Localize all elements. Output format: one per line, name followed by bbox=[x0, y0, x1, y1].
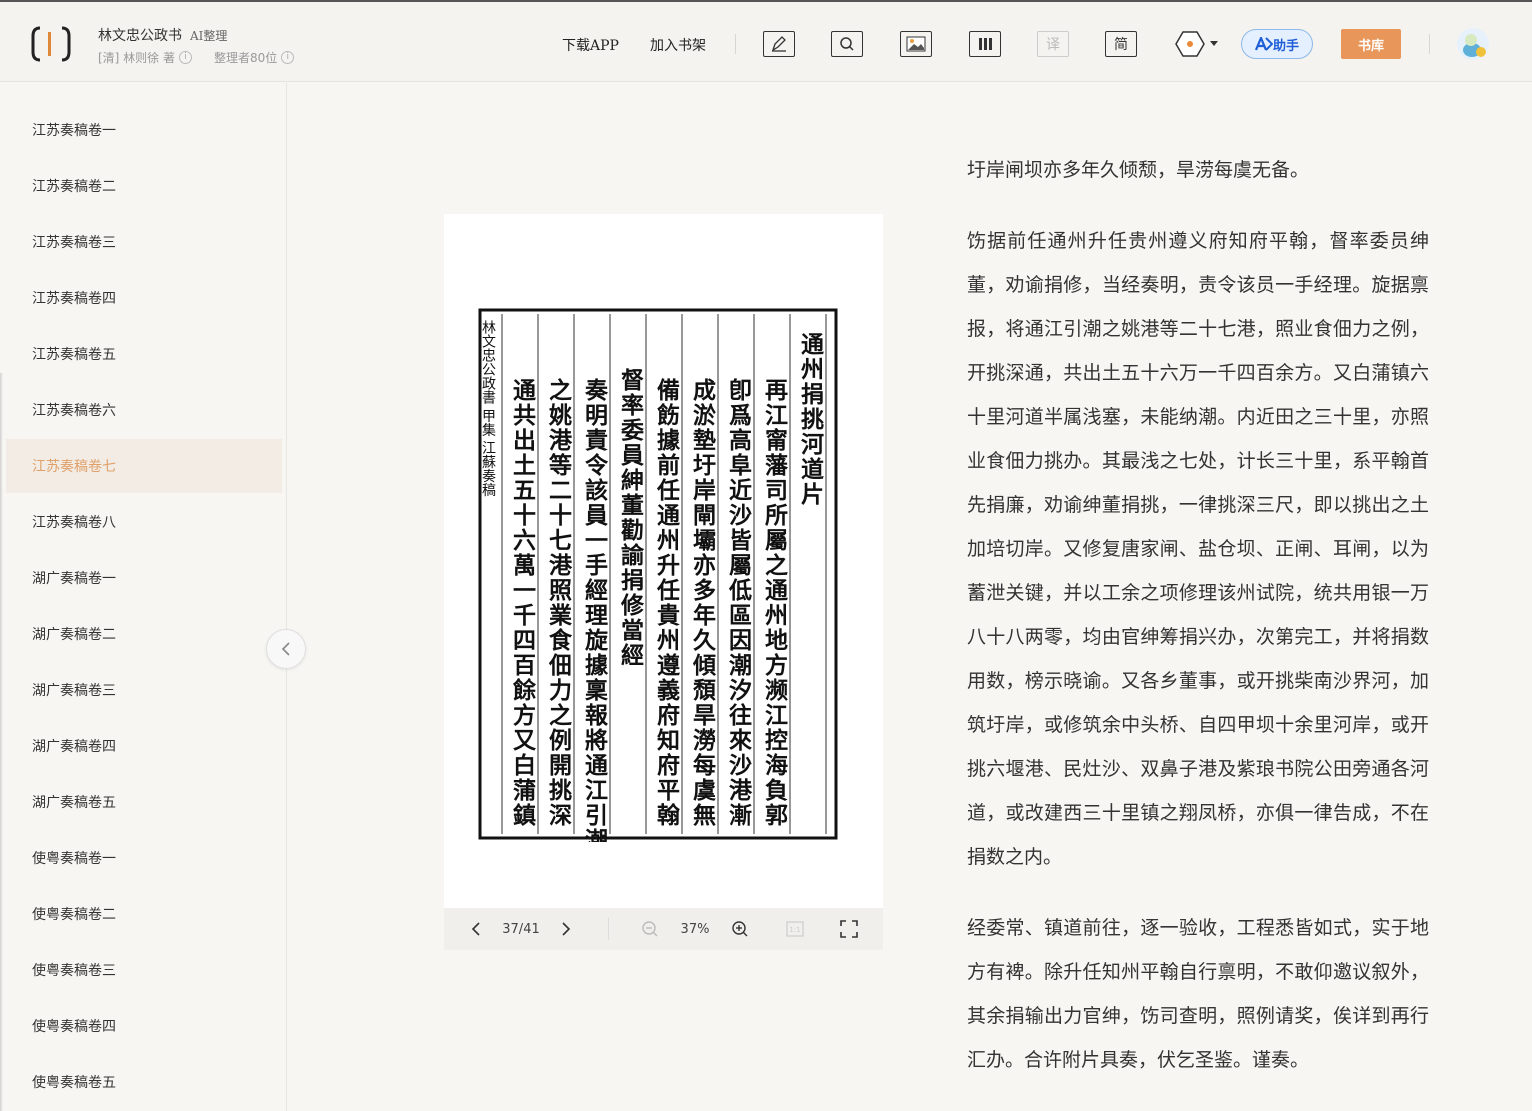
actual-size-button[interactable]: 1:1 bbox=[784, 908, 806, 950]
toc-item[interactable]: 使粤奏稿卷二 bbox=[6, 887, 282, 941]
book-title: 林文忠公政书 AI整理 bbox=[98, 25, 227, 45]
scan-column-text: 成淤墊圩岸閘壩亦多年久傾頹旱澇每虞無 bbox=[689, 378, 718, 828]
toc-item[interactable]: 湖广奏稿卷三 bbox=[6, 663, 282, 717]
ai-assistant-label: 助手 bbox=[1272, 38, 1299, 54]
scanned-page: 通州捐挑河道片再江甯藩司所屬之通州地方濒江控海負郭卽爲高阜近沙皆屬低區因潮汐往來… bbox=[478, 308, 838, 842]
zoom-out-button[interactable] bbox=[639, 908, 661, 950]
toc-item[interactable]: 湖广奏稿卷五 bbox=[6, 775, 282, 829]
text-paragraph: 饬据前任通州升任贵州遵义府知府平翰，督率委员绅董，劝谕捐修，当经奏明，责令该员一… bbox=[967, 230, 1429, 868]
download-app-link[interactable]: 下载APP bbox=[562, 35, 619, 55]
library-button[interactable]: 书库 bbox=[1341, 29, 1401, 59]
scan-column-text: 備飭據前任通州升任貴州遵義府知府平翰 bbox=[653, 377, 682, 828]
top-header: 林文忠公政书 AI整理 [清] 林则徐 著 i 整理者80位 i 下载APP 加入… bbox=[0, 0, 1532, 82]
scan-column-text: 卽爲高阜近沙皆屬低區因潮汐往來沙港漸 bbox=[725, 378, 754, 828]
scan-margin-title: 林文忠公政書 甲集 江蘇奏稿 bbox=[480, 320, 496, 497]
zoom-in-button[interactable] bbox=[729, 908, 751, 950]
next-page-button[interactable] bbox=[556, 908, 576, 950]
theme-dropdown[interactable] bbox=[1175, 29, 1223, 59]
author-text: [清] 林则徐 著 bbox=[98, 51, 175, 65]
toc-item[interactable]: 江苏奏稿卷一 bbox=[6, 103, 282, 157]
book-meta: [清] 林则徐 著 i 整理者80位 i bbox=[98, 49, 295, 66]
image-button[interactable] bbox=[900, 31, 932, 57]
prev-page-button[interactable] bbox=[466, 908, 486, 950]
toc-item[interactable]: 江苏奏稿卷三 bbox=[6, 215, 282, 269]
scan-column-text: 之姚港等二十七港照業食佃力之例開挑深 bbox=[545, 377, 574, 828]
caret-down-icon bbox=[1210, 41, 1218, 46]
header-divider-right bbox=[1429, 34, 1430, 54]
transcribed-text-panel: 圩岸闸坝亦多年久倾颓，旱涝每虞无备。 饬据前任通州升任贵州遵义府知府平翰，督率委… bbox=[967, 148, 1429, 1109]
toc-item[interactable]: 使粤奏稿卷四 bbox=[6, 999, 282, 1053]
organizer-info-icon[interactable]: i bbox=[281, 51, 295, 64]
organizer-text: 整理者80位 bbox=[214, 51, 278, 65]
search-icon bbox=[840, 37, 854, 51]
zoom-in-icon bbox=[732, 921, 748, 937]
text-paragraph: 经委常、镇道前往，逐一验收，工程悉皆如式，实于地方有裨。除升任知州平翰自行禀明，… bbox=[967, 917, 1429, 1071]
fullscreen-button[interactable] bbox=[838, 908, 860, 950]
chevron-right-icon bbox=[562, 922, 571, 936]
search-button[interactable] bbox=[831, 31, 863, 57]
scan-column-text: 奏明責令該員一手經理旋據稟報將通江引潮 bbox=[581, 378, 610, 842]
page-indicator: 37/41 bbox=[502, 921, 540, 937]
toc-item[interactable]: 湖广奏稿卷二 bbox=[6, 607, 282, 661]
columns-button[interactable] bbox=[969, 31, 1001, 57]
chevron-left-icon bbox=[471, 922, 480, 936]
sidebar-edge-shadow bbox=[0, 373, 3, 1111]
fullscreen-icon bbox=[840, 920, 858, 938]
user-avatar[interactable] bbox=[1457, 28, 1489, 60]
author-info-icon[interactable]: i bbox=[179, 51, 192, 64]
toc-item[interactable]: 湖广奏稿卷一 bbox=[6, 551, 282, 605]
scan-column-text: 通共出土五十六萬一千四百餘方又白蒲鎮 bbox=[509, 378, 537, 828]
toolbar-separator bbox=[608, 918, 609, 940]
toc-item[interactable]: 使粤奏稿卷三 bbox=[6, 943, 282, 997]
ai-logo-icon bbox=[1254, 37, 1273, 51]
zoom-level: 37% bbox=[680, 921, 710, 937]
ai-tag: AI整理 bbox=[190, 29, 228, 43]
toc-item[interactable]: 江苏奏稿卷四 bbox=[6, 271, 282, 325]
book-title-text: 林文忠公政书 bbox=[98, 28, 182, 44]
actual-size-icon: 1:1 bbox=[786, 921, 804, 937]
toc-item[interactable]: 江苏奏稿卷二 bbox=[6, 159, 282, 213]
table-of-contents: 江苏奏稿卷一 江苏奏稿卷二 江苏奏稿卷三 江苏奏稿卷四 江苏奏稿卷五 江苏奏稿卷… bbox=[0, 83, 287, 1111]
simplified-button[interactable]: 简 bbox=[1105, 31, 1137, 57]
toc-item-active[interactable]: 江苏奏稿卷七 bbox=[6, 439, 282, 493]
scan-column-text: 通州捐挑河道片 bbox=[797, 332, 825, 507]
scan-column-text: 督率委員紳董勸諭捐修當經 bbox=[617, 368, 646, 668]
toc-item[interactable]: 江苏奏稿卷五 bbox=[6, 327, 282, 381]
translate-button[interactable]: 译 bbox=[1037, 31, 1069, 57]
chevron-left-icon bbox=[281, 642, 290, 656]
note-button[interactable] bbox=[763, 31, 795, 57]
note-icon bbox=[771, 36, 786, 52]
columns-icon bbox=[979, 38, 992, 50]
svg-text:1:1: 1:1 bbox=[789, 926, 800, 934]
zoom-out-icon bbox=[642, 921, 658, 937]
header-divider bbox=[735, 34, 736, 54]
image-icon bbox=[906, 36, 926, 52]
text-paragraph: 圩岸闸坝亦多年久倾颓，旱涝每虞无备。 bbox=[967, 159, 1310, 181]
toc-item[interactable]: 湖广奏稿卷四 bbox=[6, 719, 282, 773]
hexagon-theme-icon bbox=[1175, 31, 1205, 57]
avatar-icon bbox=[1457, 28, 1489, 60]
toc-item[interactable]: 使粤奏稿卷五 bbox=[6, 1055, 282, 1109]
app-logo[interactable] bbox=[30, 24, 72, 64]
ai-assistant-button[interactable]: 助手 bbox=[1241, 29, 1313, 59]
scan-column-text: 再江甯藩司所屬之通州地方濒江控海負郭 bbox=[761, 378, 789, 828]
toc-item[interactable]: 江苏奏稿卷六 bbox=[6, 383, 282, 437]
collapse-sidebar-button[interactable] bbox=[266, 629, 306, 669]
add-shelf-link[interactable]: 加入书架 bbox=[650, 35, 706, 55]
viewer-toolbar: 37/41 37% 1:1 bbox=[444, 908, 883, 950]
toc-item[interactable]: 江苏奏稿卷八 bbox=[6, 495, 282, 549]
toc-item[interactable]: 使粤奏稿卷一 bbox=[6, 831, 282, 885]
